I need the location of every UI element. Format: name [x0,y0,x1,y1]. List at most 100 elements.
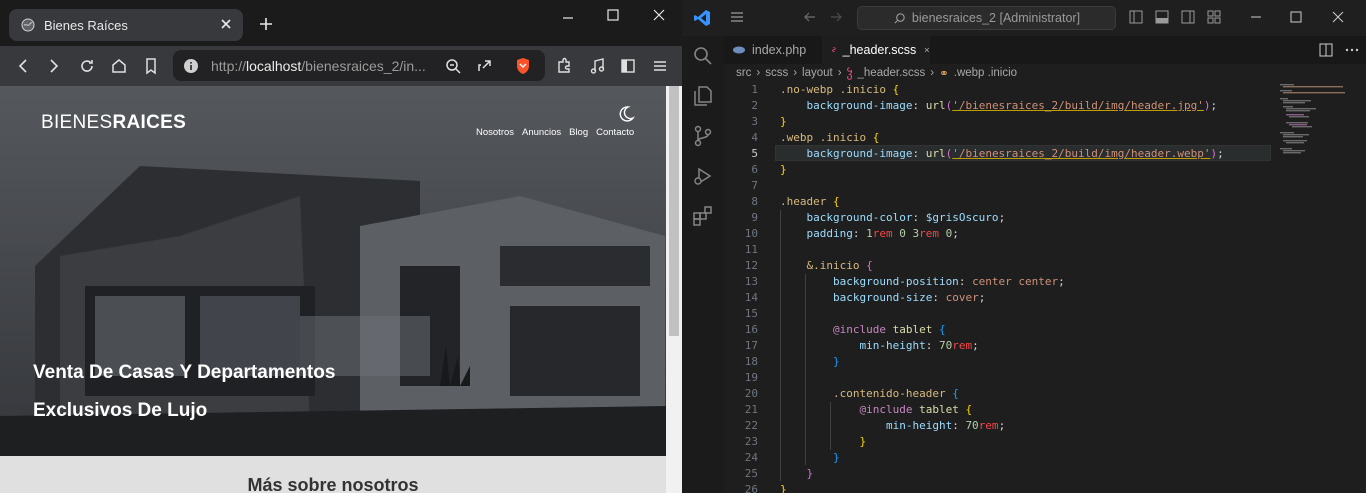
code-token: @include [780,323,886,336]
forward-icon[interactable] [44,56,64,76]
code-editor[interactable]: .no-webp .inicio { background-image: url… [780,82,1276,493]
code-line: } [780,450,840,466]
minimize-icon[interactable] [554,6,582,24]
close-tab-icon[interactable] [218,16,234,32]
tab-label: index.php [752,43,807,57]
code-token: rem [919,227,939,240]
close-icon[interactable] [1330,9,1346,25]
scss-file-icon: ჴ [846,68,853,80]
brave-shield-icon[interactable] [513,56,533,76]
more-actions-icon[interactable] [1344,42,1360,58]
tab-index-php[interactable]: index.php [724,36,822,64]
code-token: } [780,355,840,368]
toggle-primary-sidebar-icon[interactable] [1128,9,1144,25]
customize-layout-icon[interactable] [1206,9,1222,25]
explorer-icon[interactable] [691,44,715,68]
code-token: } [780,163,787,176]
code-token: 70 [965,419,979,432]
code-token: { [965,403,973,416]
close-window-icon[interactable] [645,6,673,24]
nav-link-nosotros[interactable]: Nosotros [476,127,514,138]
close-tab-icon[interactable] [924,44,930,56]
back-arrow-icon[interactable] [802,9,818,25]
activity-bar [682,36,724,493]
code-token: .webp .inicio [780,131,873,144]
line-number: 21 [744,403,758,416]
new-tab-icon[interactable] [257,15,275,33]
search-icon [894,12,905,24]
line-number: 5 [751,147,758,160]
code-token: rem [872,227,893,240]
minimize-icon[interactable] [1248,9,1264,25]
forward-arrow-icon[interactable] [828,9,844,25]
code-line: background-position: center center; [780,274,1065,290]
menu-icon[interactable] [650,56,670,76]
site-info-icon[interactable] [183,58,199,74]
code-token: } [780,451,840,464]
search-label: bienesraices_2 [Administrator] [911,11,1081,25]
extensions-icon[interactable] [691,204,715,228]
code-token: min-height [780,419,953,432]
code-line: } [780,162,787,178]
code-line: } [780,466,813,482]
line-number: 13 [744,275,758,288]
page-scrollbar[interactable] [666,86,682,493]
toggle-panel-icon[interactable] [1154,9,1170,25]
breadcrumb-item[interactable]: layout [802,67,833,79]
line-number: 24 [744,451,758,464]
breadcrumb-item[interactable]: .webp .inicio [954,67,1017,79]
maximize-icon[interactable] [599,6,627,24]
nav-link-anuncios[interactable]: Anuncios [522,127,561,138]
browser-tabstrip: Bienes Raíces [0,0,682,46]
bookmark-icon[interactable] [141,56,161,76]
reload-icon[interactable] [77,56,97,76]
code-token: ; [978,291,986,304]
files-icon[interactable] [691,84,715,108]
extensions-icon[interactable] [554,56,574,76]
share-icon[interactable] [474,56,494,76]
sidebar-icon[interactable] [618,56,638,76]
dark-mode-toggle-icon[interactable] [617,105,635,123]
toggle-secondary-sidebar-icon[interactable] [1180,9,1196,25]
nav-link-blog[interactable]: Blog [569,127,588,138]
tab-header-scss[interactable]: _header.scss [822,36,930,64]
breadcrumb-item[interactable]: src [736,67,751,79]
logo-bold: RAICES [112,112,187,133]
breadcrumb-item[interactable]: scss [765,67,788,79]
restore-icon[interactable] [1288,9,1304,25]
breadcrumb-item[interactable]: _header.scss [858,67,926,79]
code-line: .webp .inicio { [780,130,879,146]
code-token: .contenido-header [780,387,953,400]
code-token: : [958,275,973,288]
scrollbar-thumb[interactable] [669,86,679,336]
code-token: ; [998,211,1006,224]
menu-icon[interactable] [729,9,745,25]
line-number: 12 [744,259,758,272]
code-token: : [952,419,966,432]
nav-link-contacto[interactable]: Contacto [596,127,634,138]
minimap[interactable] [1278,82,1354,172]
editor-scrollbar[interactable] [1354,82,1366,493]
run-debug-icon[interactable] [691,164,715,188]
home-icon[interactable] [109,56,129,76]
vscode-window: bienesraices_2 [Administrator] index.php… [682,0,1366,493]
source-control-icon[interactable] [691,124,715,148]
line-number: 3 [751,115,758,128]
code-token: : [912,99,926,112]
code-token: url [925,99,946,112]
line-number: 11 [744,243,758,256]
split-editor-icon[interactable] [1318,42,1334,58]
command-center-search[interactable]: bienesraices_2 [Administrator] [857,6,1116,30]
site-logo[interactable]: BIENESRAICES [41,112,186,134]
browser-window: Bienes Raíces http://localhost/bienesrai… [0,0,682,493]
line-number: 6 [751,163,758,176]
back-icon[interactable] [13,56,33,76]
code-token: ) [1203,99,1211,112]
line-number: 9 [751,211,758,224]
browser-toolbar: http://localhost/bienesraices_2/in... [0,46,682,86]
browser-tab[interactable]: Bienes Raíces [9,9,243,41]
scss-file-icon [832,47,836,52]
code-token: background-position [780,275,959,288]
music-icon[interactable] [587,56,607,76]
zoom-icon[interactable] [443,56,463,76]
